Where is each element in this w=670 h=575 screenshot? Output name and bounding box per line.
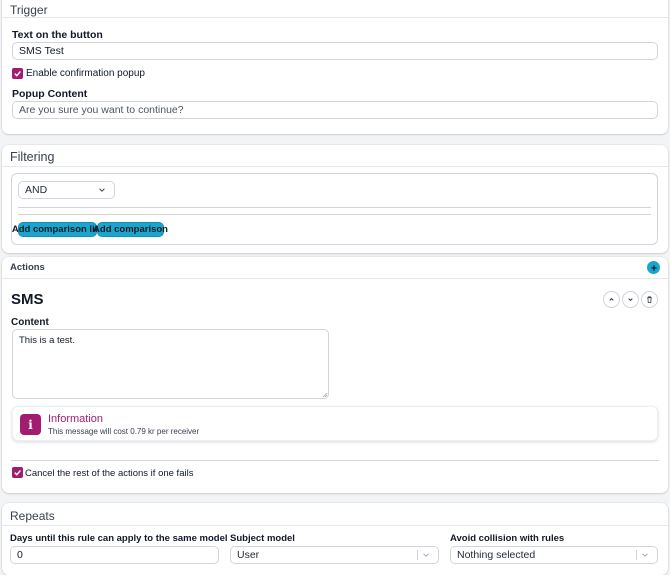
chevron-down-icon: [99, 188, 105, 192]
operator-select[interactable]: AND: [18, 181, 115, 199]
comparison-divider: [18, 207, 651, 215]
plus-icon: [650, 264, 657, 271]
confirmation-popup-label: Enable confirmation popup: [26, 68, 145, 79]
chevron-up-icon: [609, 297, 614, 301]
chevron-down-icon: [642, 553, 648, 557]
sms-content-textarea[interactable]: This is a test.: [12, 329, 329, 399]
comparison-group: AND Add comparison list Add comparison: [11, 173, 658, 245]
actions-card: Actions SMS Content This is a test. i In…: [2, 257, 668, 493]
action-title: SMS: [11, 291, 44, 308]
cancel-rest-label: Cancel the rest of the actions if one fa…: [25, 468, 194, 479]
checkmark-icon: [14, 71, 21, 77]
confirmation-popup-checkbox[interactable]: [12, 68, 23, 79]
info-box: i Information This message will cost 0.7…: [12, 406, 658, 441]
avoid-collision-select[interactable]: Nothing selected: [450, 546, 658, 564]
subject-model-label: Subject model: [230, 533, 295, 544]
button-text-input[interactable]: SMS Test: [12, 42, 658, 60]
repeats-card: Repeats Days until this rule can apply t…: [2, 503, 668, 575]
add-action-button[interactable]: [647, 261, 660, 274]
days-label: Days until this rule can apply to the sa…: [10, 533, 228, 544]
trigger-card-header: Trigger: [2, 0, 668, 18]
actions-card-header: Actions: [2, 257, 668, 279]
avoid-collision-value: Nothing selected: [457, 549, 536, 561]
resize-handle-icon[interactable]: [322, 392, 328, 398]
select-separator: [417, 550, 418, 560]
repeats-title: Repeats: [10, 509, 55, 523]
filtering-card-header: Filtering: [2, 145, 668, 167]
popup-content-label: Popup Content: [12, 88, 88, 100]
actions-divider: [11, 460, 659, 461]
chevron-down-icon: [628, 298, 633, 302]
trigger-card: Trigger Text on the button SMS Test Enab…: [2, 0, 668, 134]
add-comparison-list-button[interactable]: Add comparison list: [12, 222, 103, 237]
filtering-title: Filtering: [10, 150, 55, 164]
select-separator: [636, 550, 637, 560]
chevron-down-icon: [423, 553, 429, 557]
info-icon: i: [20, 414, 41, 435]
add-comparison-button[interactable]: Add comparison: [93, 222, 168, 237]
info-title: Information: [48, 413, 104, 425]
content-label: Content: [11, 317, 49, 328]
move-down-button[interactable]: [622, 291, 639, 308]
avoid-collision-label: Avoid collision with rules: [450, 533, 565, 544]
filtering-card: Filtering AND Add comparison list Add co…: [2, 145, 668, 253]
subject-model-select[interactable]: User: [230, 546, 439, 564]
days-input[interactable]: 0: [10, 546, 219, 564]
actions-title: Actions: [10, 262, 45, 273]
info-text: This message will cost 0.79 kr per recei…: [48, 427, 200, 436]
checkmark-icon: [14, 470, 21, 476]
move-up-button[interactable]: [603, 291, 620, 308]
operator-value: AND: [25, 184, 48, 196]
trigger-title: Trigger: [10, 3, 48, 17]
subject-model-value: User: [237, 549, 260, 561]
trash-icon: [647, 296, 652, 304]
popup-content-input[interactable]: Are you sure you want to continue?: [12, 101, 658, 119]
delete-action-button[interactable]: [641, 291, 658, 308]
cancel-rest-checkbox[interactable]: [12, 467, 23, 478]
repeats-card-header: Repeats: [2, 503, 668, 526]
button-text-label: Text on the button: [12, 29, 103, 41]
